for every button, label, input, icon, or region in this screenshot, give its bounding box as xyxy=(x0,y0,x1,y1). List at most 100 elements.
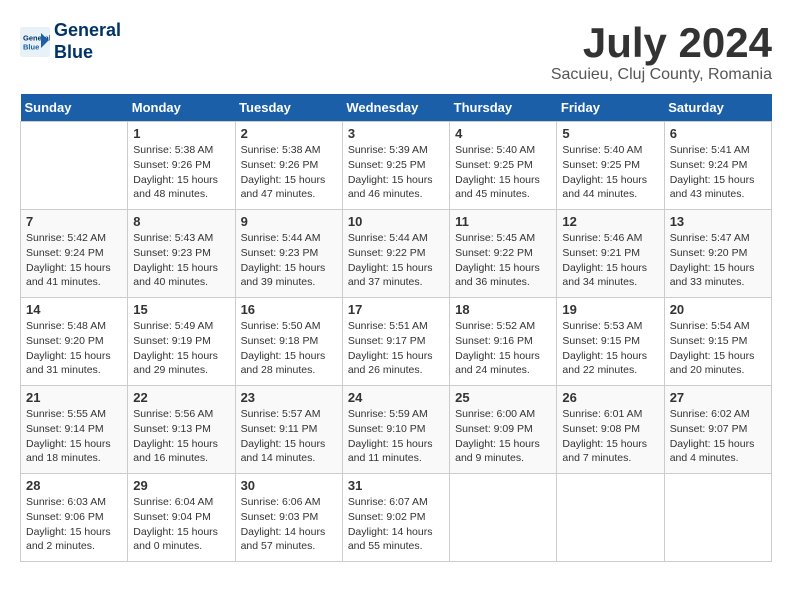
day-info: Sunrise: 5:49 AM Sunset: 9:19 PM Dayligh… xyxy=(133,319,229,378)
calendar-header: SundayMondayTuesdayWednesdayThursdayFrid… xyxy=(21,94,772,122)
calendar-cell: 10 Sunrise: 5:44 AM Sunset: 9:22 PM Dayli… xyxy=(342,210,449,298)
day-info: Sunrise: 5:41 AM Sunset: 9:24 PM Dayligh… xyxy=(670,143,766,202)
day-number: 14 xyxy=(26,302,122,317)
week-row-1: 7 Sunrise: 5:42 AM Sunset: 9:24 PM Daylig… xyxy=(21,210,772,298)
calendar-cell: 7 Sunrise: 5:42 AM Sunset: 9:24 PM Daylig… xyxy=(21,210,128,298)
calendar-cell: 8Sunrise: 5:43 AM Sunset: 9:23 PM Daylig… xyxy=(128,210,235,298)
calendar-cell: 3 Sunrise: 5:39 AM Sunset: 9:25 PM Daylig… xyxy=(342,122,449,210)
calendar-cell: 27 Sunrise: 6:02 AM Sunset: 9:07 PM Dayli… xyxy=(664,386,771,474)
calendar-cell: 25Sunrise: 6:00 AM Sunset: 9:09 PM Dayli… xyxy=(450,386,557,474)
day-info: Sunrise: 5:55 AM Sunset: 9:14 PM Dayligh… xyxy=(26,407,122,466)
header-cell-monday: Monday xyxy=(128,94,235,122)
day-info: Sunrise: 5:46 AM Sunset: 9:21 PM Dayligh… xyxy=(562,231,658,290)
calendar-cell: 29 Sunrise: 6:04 AM Sunset: 9:04 PM Dayli… xyxy=(128,474,235,562)
calendar-cell: 20 Sunrise: 5:54 AM Sunset: 9:15 PM Dayli… xyxy=(664,298,771,386)
day-number: 23 xyxy=(241,390,337,405)
header-cell-thursday: Thursday xyxy=(450,94,557,122)
calendar-cell: 15 Sunrise: 5:49 AM Sunset: 9:19 PM Dayli… xyxy=(128,298,235,386)
day-number: 27 xyxy=(670,390,766,405)
calendar-cell: 1Sunrise: 5:38 AM Sunset: 9:26 PM Daylig… xyxy=(128,122,235,210)
header-cell-wednesday: Wednesday xyxy=(342,94,449,122)
calendar-cell: 6 Sunrise: 5:41 AM Sunset: 9:24 PM Daylig… xyxy=(664,122,771,210)
day-number: 25 xyxy=(455,390,551,405)
day-info: Sunrise: 5:45 AM Sunset: 9:22 PM Dayligh… xyxy=(455,231,551,290)
calendar-cell: 17 Sunrise: 5:51 AM Sunset: 9:17 PM Dayli… xyxy=(342,298,449,386)
location-subtitle: Sacuieu, Cluj County, Romania xyxy=(551,66,772,84)
day-number: 17 xyxy=(348,302,444,317)
header-cell-tuesday: Tuesday xyxy=(235,94,342,122)
calendar-cell xyxy=(450,474,557,562)
day-number: 21 xyxy=(26,390,122,405)
calendar-cell: 16Sunrise: 5:50 AM Sunset: 9:18 PM Dayli… xyxy=(235,298,342,386)
calendar-cell: 2 Sunrise: 5:38 AM Sunset: 9:26 PM Daylig… xyxy=(235,122,342,210)
day-info: Sunrise: 5:40 AM Sunset: 9:25 PM Dayligh… xyxy=(455,143,551,202)
svg-text:Blue: Blue xyxy=(23,42,39,51)
calendar-cell xyxy=(21,122,128,210)
day-number: 2 xyxy=(241,126,337,141)
day-info: Sunrise: 5:44 AM Sunset: 9:23 PM Dayligh… xyxy=(241,231,337,290)
page-header: General Blue General Blue July 2024 Sacu… xyxy=(20,20,772,84)
day-info: Sunrise: 6:01 AM Sunset: 9:08 PM Dayligh… xyxy=(562,407,658,466)
day-number: 22 xyxy=(133,390,229,405)
header-cell-saturday: Saturday xyxy=(664,94,771,122)
day-number: 3 xyxy=(348,126,444,141)
calendar-cell: 30Sunrise: 6:06 AM Sunset: 9:03 PM Dayli… xyxy=(235,474,342,562)
day-number: 4 xyxy=(455,126,551,141)
day-info: Sunrise: 5:56 AM Sunset: 9:13 PM Dayligh… xyxy=(133,407,229,466)
day-number: 15 xyxy=(133,302,229,317)
day-info: Sunrise: 5:50 AM Sunset: 9:18 PM Dayligh… xyxy=(241,319,337,378)
day-info: Sunrise: 5:44 AM Sunset: 9:22 PM Dayligh… xyxy=(348,231,444,290)
calendar-cell: 26 Sunrise: 6:01 AM Sunset: 9:08 PM Dayli… xyxy=(557,386,664,474)
day-info: Sunrise: 5:52 AM Sunset: 9:16 PM Dayligh… xyxy=(455,319,551,378)
calendar-cell: 12 Sunrise: 5:46 AM Sunset: 9:21 PM Dayli… xyxy=(557,210,664,298)
calendar-cell xyxy=(664,474,771,562)
header-cell-friday: Friday xyxy=(557,94,664,122)
day-number: 6 xyxy=(670,126,766,141)
calendar-cell xyxy=(557,474,664,562)
day-info: Sunrise: 5:57 AM Sunset: 9:11 PM Dayligh… xyxy=(241,407,337,466)
day-number: 31 xyxy=(348,478,444,493)
day-number: 28 xyxy=(26,478,122,493)
day-info: Sunrise: 5:42 AM Sunset: 9:24 PM Dayligh… xyxy=(26,231,122,290)
day-info: Sunrise: 6:04 AM Sunset: 9:04 PM Dayligh… xyxy=(133,495,229,554)
day-info: Sunrise: 6:02 AM Sunset: 9:07 PM Dayligh… xyxy=(670,407,766,466)
calendar-cell: 21 Sunrise: 5:55 AM Sunset: 9:14 PM Dayli… xyxy=(21,386,128,474)
header-row: SundayMondayTuesdayWednesdayThursdayFrid… xyxy=(21,94,772,122)
day-info: Sunrise: 5:39 AM Sunset: 9:25 PM Dayligh… xyxy=(348,143,444,202)
calendar-cell: 28Sunrise: 6:03 AM Sunset: 9:06 PM Dayli… xyxy=(21,474,128,562)
week-row-3: 21 Sunrise: 5:55 AM Sunset: 9:14 PM Dayli… xyxy=(21,386,772,474)
calendar-cell: 14Sunrise: 5:48 AM Sunset: 9:20 PM Dayli… xyxy=(21,298,128,386)
calendar-cell: 5 Sunrise: 5:40 AM Sunset: 9:25 PM Daylig… xyxy=(557,122,664,210)
day-number: 26 xyxy=(562,390,658,405)
calendar-cell: 13Sunrise: 5:47 AM Sunset: 9:20 PM Dayli… xyxy=(664,210,771,298)
day-number: 13 xyxy=(670,214,766,229)
calendar-cell: 18 Sunrise: 5:52 AM Sunset: 9:16 PM Dayli… xyxy=(450,298,557,386)
calendar-cell: 31Sunrise: 6:07 AM Sunset: 9:02 PM Dayli… xyxy=(342,474,449,562)
day-info: Sunrise: 5:38 AM Sunset: 9:26 PM Dayligh… xyxy=(133,143,229,202)
day-number: 11 xyxy=(455,214,551,229)
day-number: 24 xyxy=(348,390,444,405)
title-block: July 2024 Sacuieu, Cluj County, Romania xyxy=(551,20,772,84)
day-number: 7 xyxy=(26,214,122,229)
logo: General Blue General Blue xyxy=(20,20,121,63)
day-number: 29 xyxy=(133,478,229,493)
day-number: 9 xyxy=(241,214,337,229)
calendar-cell: 24Sunrise: 5:59 AM Sunset: 9:10 PM Dayli… xyxy=(342,386,449,474)
logo-icon: General Blue xyxy=(20,27,50,57)
day-number: 10 xyxy=(348,214,444,229)
calendar-table: SundayMondayTuesdayWednesdayThursdayFrid… xyxy=(20,94,772,562)
day-number: 8 xyxy=(133,214,229,229)
day-info: Sunrise: 6:06 AM Sunset: 9:03 PM Dayligh… xyxy=(241,495,337,554)
calendar-cell: 9 Sunrise: 5:44 AM Sunset: 9:23 PM Daylig… xyxy=(235,210,342,298)
day-info: Sunrise: 5:54 AM Sunset: 9:15 PM Dayligh… xyxy=(670,319,766,378)
day-number: 12 xyxy=(562,214,658,229)
week-row-0: 1Sunrise: 5:38 AM Sunset: 9:26 PM Daylig… xyxy=(21,122,772,210)
day-number: 20 xyxy=(670,302,766,317)
calendar-cell: 23 Sunrise: 5:57 AM Sunset: 9:11 PM Dayli… xyxy=(235,386,342,474)
day-info: Sunrise: 5:51 AM Sunset: 9:17 PM Dayligh… xyxy=(348,319,444,378)
day-info: Sunrise: 5:40 AM Sunset: 9:25 PM Dayligh… xyxy=(562,143,658,202)
day-number: 5 xyxy=(562,126,658,141)
day-info: Sunrise: 5:38 AM Sunset: 9:26 PM Dayligh… xyxy=(241,143,337,202)
calendar-cell: 11 Sunrise: 5:45 AM Sunset: 9:22 PM Dayli… xyxy=(450,210,557,298)
day-number: 18 xyxy=(455,302,551,317)
